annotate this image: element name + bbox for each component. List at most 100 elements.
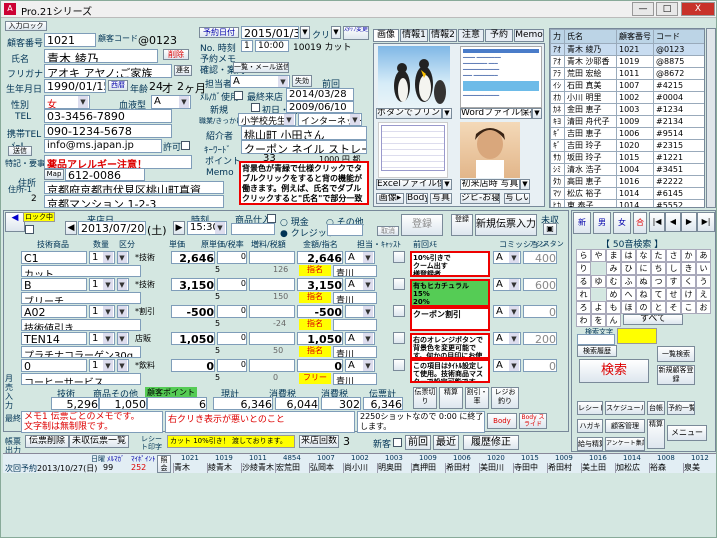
kana-key[interactable]: い (696, 262, 711, 275)
sales-sub-input[interactable]: ブリーチ (21, 292, 141, 304)
kana-key[interactable]: ひ (621, 262, 636, 275)
blood-select[interactable]: A (151, 95, 191, 109)
visit-date-input[interactable]: 2013/07/20 (78, 221, 146, 235)
tab-image[interactable]: 画像 (373, 29, 399, 42)
sales-qty-select[interactable]: 1 (89, 332, 115, 345)
customer-list-row[interactable]: ｷﾞ 吉田 玲子 1020 #2315 (550, 139, 704, 152)
sales-kind-dropdown[interactable] (117, 305, 129, 318)
goods-input[interactable] (231, 223, 275, 235)
nav-prev-button[interactable]: ◀ (665, 212, 681, 232)
discount-button[interactable]: 割引・率 (465, 387, 489, 409)
kana-key[interactable]: み (606, 262, 621, 275)
tab-info2[interactable]: 情報2 (429, 29, 457, 42)
sales-amount-input[interactable]: 3,150 (297, 278, 343, 291)
sales-commission-select[interactable]: A (493, 251, 521, 264)
sales-sub-input[interactable]: 技術値引き (21, 319, 141, 331)
search-button[interactable]: 検索 (579, 359, 649, 383)
search-history-button[interactable]: 検索履歴 (577, 345, 617, 357)
expired-button[interactable]: 失効 (292, 75, 312, 87)
close-button[interactable]: X (681, 2, 715, 16)
sales-assist-input[interactable] (333, 319, 377, 331)
clear-dropdown[interactable]: ▼ (331, 26, 341, 39)
sales-assist-input[interactable]: 青川 (333, 373, 377, 385)
customer-list-row[interactable]: ﾏﾂ 松広 裕子 1014 #6145 (550, 187, 704, 200)
link-button[interactable]: 連名 (174, 65, 192, 76)
map-button[interactable]: Map (44, 169, 64, 180)
cust-no-input[interactable]: 1021 (44, 33, 96, 47)
print-button[interactable]: ボタンでプリント (376, 108, 442, 119)
questionnaire-button[interactable]: アンケート集計 (605, 437, 645, 451)
mobile-input[interactable]: 090-1234-5678 (44, 124, 172, 138)
sales-row-button[interactable] (393, 332, 405, 344)
kana-key[interactable]: か (681, 249, 696, 262)
recent-customer-name[interactable]: 青木 (173, 463, 206, 473)
reservation-date-button[interactable]: 予約日付 (199, 27, 239, 38)
sales-amount-input[interactable]: 2,646 (297, 251, 343, 264)
payroll-button[interactable]: 給与精算 (577, 437, 603, 451)
all-button[interactable]: すべて (623, 314, 683, 325)
recent-customer-name[interactable]: 泉美 (683, 463, 716, 473)
recent-customer-name[interactable]: 沙綾青木 (241, 463, 274, 473)
sales-kind-dropdown[interactable] (117, 251, 129, 264)
recent-customer-name[interactable]: 尚小川 (343, 463, 376, 473)
postcard-button[interactable]: ハガキ (577, 419, 603, 433)
reservation-date-dropdown[interactable]: ▼ (300, 26, 310, 39)
photo-button[interactable]: 写真 (430, 193, 452, 204)
maximize-button[interactable]: □ (656, 2, 678, 16)
recent-customer-name[interactable]: 裕森 (649, 463, 682, 473)
sales-code-input[interactable]: TEN14 (21, 332, 87, 345)
customer-list-row[interactable]: ﾀｶ 高田 恵子 1016 #2222 (550, 175, 704, 188)
sales-assist-input[interactable]: 青川 (333, 265, 377, 277)
customer-list-row[interactable]: ｱﾗ 荒田 宏絵 1011 @8672 (550, 67, 704, 80)
first-photo-button[interactable]: 初来店時 写真 (460, 179, 520, 190)
prev-visit-button[interactable]: 前回 (405, 435, 431, 450)
first-photo-dropdown[interactable]: ▼ (520, 179, 530, 190)
tab-info1[interactable]: 情報1 (400, 29, 428, 42)
kana-key[interactable]: ね (636, 288, 651, 301)
kana-key[interactable]: れ (576, 288, 591, 301)
kana-input[interactable]: アオキ アヤノ:ご家族 (44, 64, 172, 78)
unfinish-button[interactable]: ▣ (543, 223, 557, 235)
recent-customer-name[interactable]: 明奥田 (377, 463, 410, 473)
customer-list-row[interactable]: ﾋｶ東 泰子 1014 #5552 (550, 199, 704, 207)
unpaid-list-button[interactable]: 未収伝票一覧 (69, 435, 129, 448)
recent-customer-name[interactable]: 美田川 (479, 463, 512, 473)
sales-price-input[interactable]: 2,646 (171, 251, 215, 264)
kana-key[interactable]: を (591, 314, 606, 327)
sales-code-input[interactable]: C1 (21, 251, 87, 264)
search-word-input[interactable] (577, 334, 615, 345)
kana-key[interactable]: す (666, 275, 681, 288)
kana-key[interactable]: ま (606, 249, 621, 262)
customer-list-row[interactable]: ｷﾞ 吉田 恵子 1006 #9514 (550, 127, 704, 140)
kana-key[interactable]: ゆ (591, 275, 606, 288)
last-visit-input[interactable]: 2014/03/28 (286, 88, 354, 101)
customer-list-row[interactable]: ｱｵ 青木 綾乃 1021 @0123 (550, 43, 704, 56)
kana-key[interactable]: ん (606, 314, 621, 327)
ledger-button[interactable]: 台帳 (647, 401, 665, 415)
mail-input[interactable]: info@ms.japan.jp (44, 139, 162, 153)
recent-customer-name[interactable]: 美土田 (581, 463, 614, 473)
kana-key[interactable]: ぬ (636, 275, 651, 288)
recent-customer-name[interactable]: 寺田中 (513, 463, 546, 473)
male-filter-button[interactable]: 男 (593, 212, 611, 234)
new-slip-button[interactable]: 新規伝票入力 (475, 214, 537, 236)
kana-key[interactable]: け (681, 288, 696, 301)
customer-list-row[interactable]: ｱｵ 青木 沙耶香 1019 @8875 (550, 55, 704, 68)
sales-kind-dropdown[interactable] (117, 359, 129, 372)
sales-assist-cost-input[interactable]: 0 (523, 305, 557, 318)
reservation-list-button[interactable]: 予約一覧 (667, 401, 695, 415)
sales-qty-select[interactable]: 1 (89, 278, 115, 291)
kana-key[interactable]: や (591, 249, 606, 262)
sales-sub-input[interactable]: プラチナコラーゲン30g (21, 346, 141, 358)
kana-key[interactable]: う (696, 275, 711, 288)
visit-time-select[interactable]: 15:30 (187, 221, 227, 235)
sales-commission-select[interactable]: A (493, 278, 521, 291)
sales-price-input[interactable]: -500 (171, 305, 215, 318)
kana-key[interactable]: て (651, 288, 666, 301)
kana-key[interactable]: あ (696, 249, 711, 262)
combined-filter-button[interactable]: 合 (633, 212, 647, 234)
pay-button[interactable]: 精算 (647, 419, 665, 449)
delete-slip-button[interactable]: 伝票削除 (25, 435, 69, 448)
customer-list-scrollbar[interactable] (706, 28, 716, 208)
internet-select[interactable]: インターネット (298, 113, 362, 126)
